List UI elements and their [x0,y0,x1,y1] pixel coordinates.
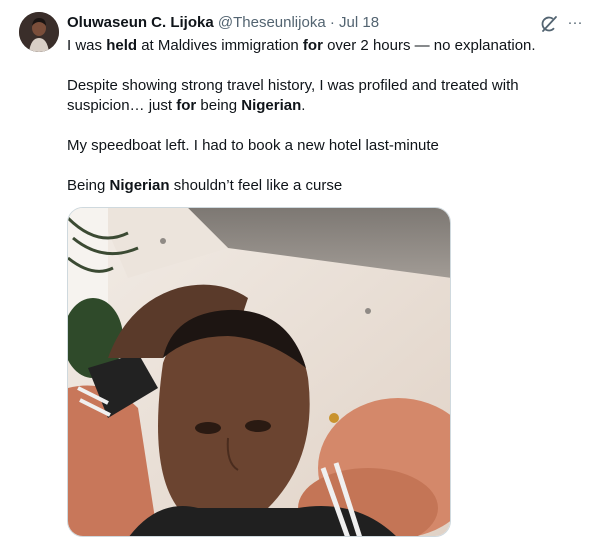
author-handle[interactable]: @Theseunlijoka [218,14,326,31]
author-name[interactable]: Oluwaseun C. Lijoka [67,14,214,31]
tweet-photo[interactable] [67,207,451,537]
header-separator: · [329,14,335,31]
tweet-text: I was held at Maldives immigration for o… [67,36,577,216]
tweet-paragraph-2: Despite showing strong travel history, I… [67,77,519,114]
tweet-paragraph-4: Being Nigerian shouldn’t feel like a cur… [67,177,343,194]
tweet-paragraph-1: I was held at Maldives immigration for o… [67,37,536,54]
tweet-header: Oluwaseun C. Lijoka @Theseunlijoka · Jul… [67,13,529,33]
author-avatar[interactable] [19,12,59,52]
more-options-button[interactable]: ··· [564,13,586,33]
selfie-photo [68,208,450,536]
tweet-paragraph-3: My speedboat left. I had to book a new h… [67,137,439,154]
tweet-date[interactable]: Jul 18 [339,14,379,31]
grok-icon[interactable] [538,13,560,35]
